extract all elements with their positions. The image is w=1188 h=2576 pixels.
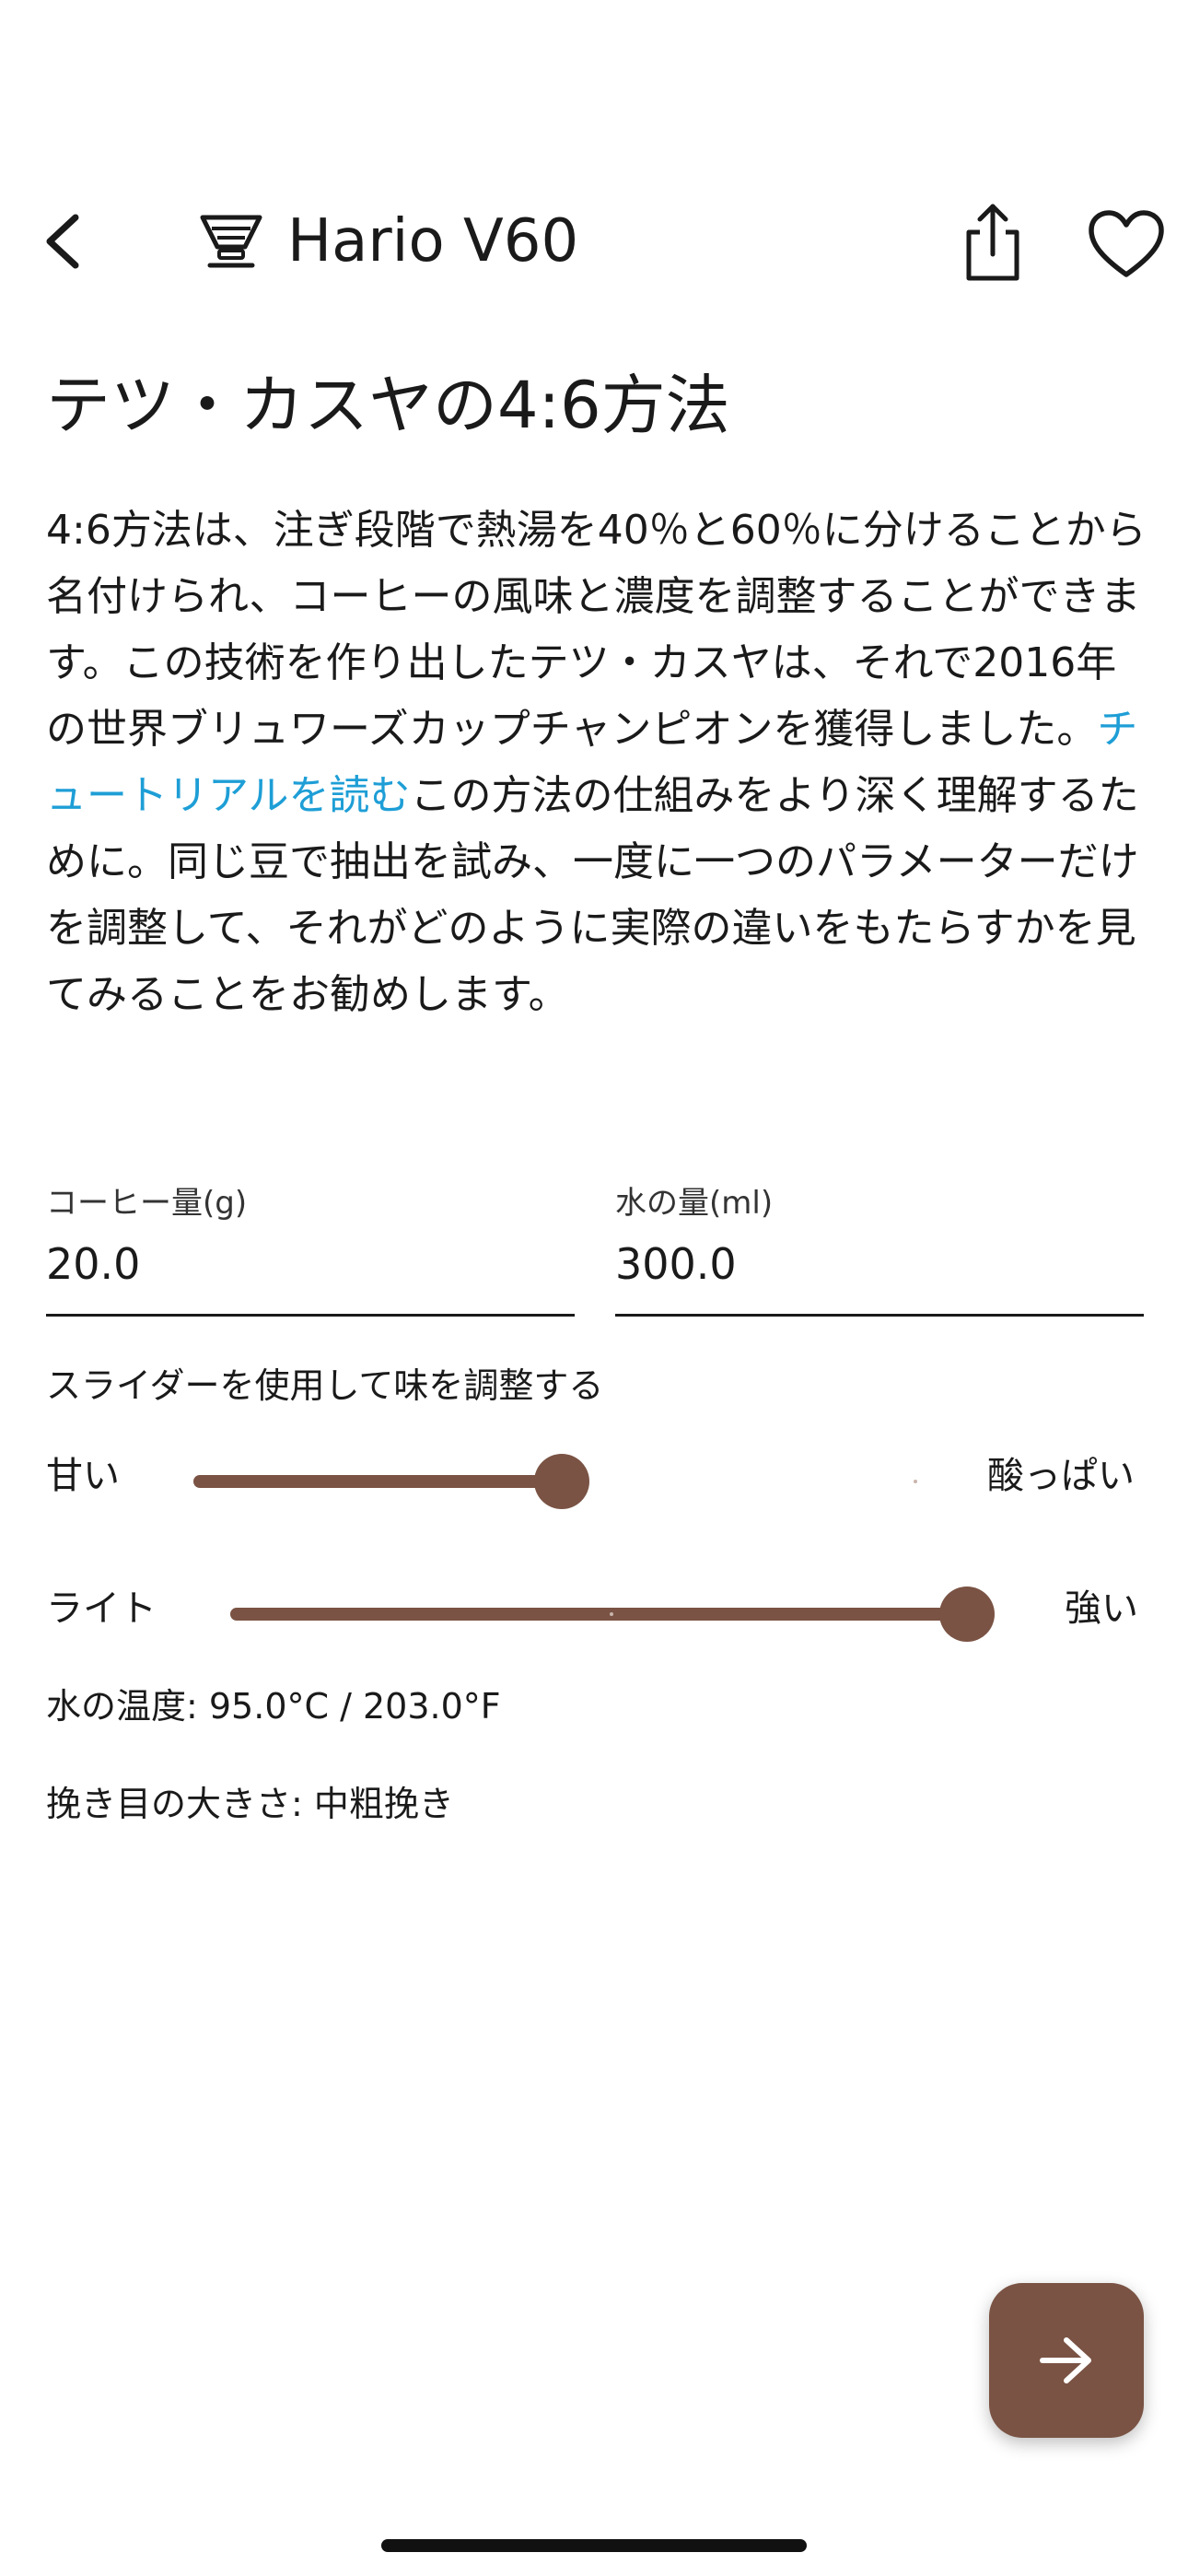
description-text: 4:6方法は、注ぎ段階で熱湯を40％と60％に分けることから名付けられ、コーヒー… <box>46 507 1147 753</box>
sweet-label: 甘い <box>46 1455 120 1497</box>
method-title: テツ・カスヤの4:6方法 <box>46 368 730 443</box>
water-amount-field: 水の量(ml) <box>615 1170 1144 1317</box>
back-button[interactable] <box>33 205 92 278</box>
coffee-amount-underline <box>46 1314 575 1317</box>
dripper-icon <box>199 210 263 271</box>
sweetness-slider-track-active <box>193 1475 562 1488</box>
app-title: Hario V60 <box>287 207 579 275</box>
sweetness-slider-tick <box>914 1480 917 1483</box>
sour-label: 酸っぱい <box>987 1455 1135 1497</box>
light-label: ライト <box>46 1587 157 1630</box>
share-button[interactable] <box>956 201 1030 284</box>
slider-caption: スライダーを使用して味を調整する <box>46 1365 604 1406</box>
favorite-button[interactable] <box>1087 208 1166 282</box>
water-amount-underline <box>615 1314 1144 1317</box>
strength-slider-tick <box>610 1612 613 1616</box>
coffee-amount-field: コーヒー量(g) <box>46 1170 575 1317</box>
strength-slider-track-active <box>230 1608 967 1621</box>
arrow-right-icon <box>1040 2337 1091 2383</box>
method-description: 4:6方法は、注ぎ段階で熱湯を40％と60％に分けることから名付けられ、コーヒー… <box>46 498 1151 1028</box>
next-button[interactable] <box>989 2283 1144 2438</box>
chevron-left-icon <box>46 214 79 269</box>
water-temperature: 水の温度: 95.0°C / 203.0°F <box>46 1686 501 1727</box>
water-amount-input[interactable] <box>615 1227 1144 1301</box>
coffee-amount-input[interactable] <box>46 1227 575 1301</box>
strength-slider-thumb[interactable] <box>939 1587 995 1642</box>
strong-label: 強い <box>1065 1587 1138 1630</box>
coffee-amount-label: コーヒー量(g) <box>46 1185 248 1222</box>
sweetness-slider[interactable] <box>193 1454 930 1509</box>
grind-size: 挽き目の大きさ: 中粗挽き <box>46 1784 454 1824</box>
water-amount-label: 水の量(ml) <box>615 1185 774 1222</box>
home-indicator <box>381 2539 807 2552</box>
strength-slider[interactable] <box>230 1587 995 1642</box>
heart-icon <box>1089 210 1164 277</box>
sweetness-slider-thumb[interactable] <box>534 1454 589 1509</box>
share-icon <box>966 204 1019 281</box>
